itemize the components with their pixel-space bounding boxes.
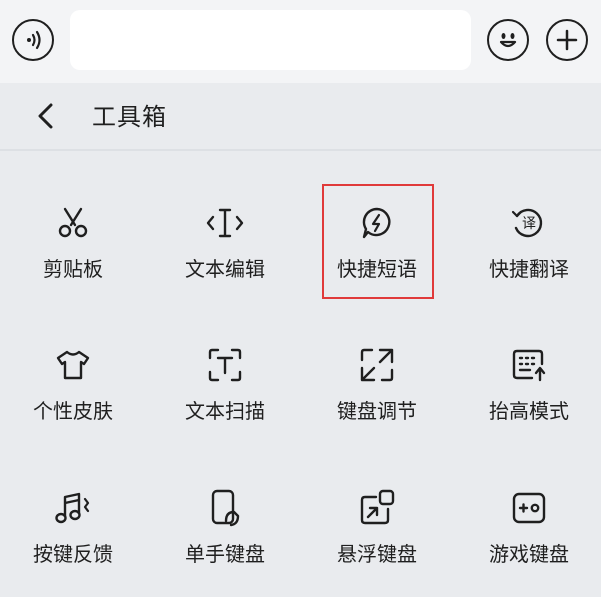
game-keyboard-icon bbox=[509, 488, 549, 528]
tool-label: 文本编辑 bbox=[185, 257, 265, 281]
tool-text-edit[interactable]: 文本编辑 bbox=[150, 203, 300, 313]
voice-input-button[interactable] bbox=[12, 19, 54, 61]
add-button[interactable] bbox=[546, 19, 588, 61]
tool-label: 游戏键盘 bbox=[489, 542, 569, 566]
tool-clipboard[interactable]: 剪贴板 bbox=[0, 203, 148, 313]
svg-text:译: 译 bbox=[522, 216, 536, 232]
back-button[interactable] bbox=[30, 100, 60, 132]
tool-game-keyboard[interactable]: 游戏键盘 bbox=[454, 488, 601, 597]
emoji-button[interactable] bbox=[487, 19, 529, 61]
tshirt-icon bbox=[53, 345, 93, 385]
keyboard-top-bar bbox=[0, 0, 601, 83]
music-feedback-icon bbox=[53, 488, 93, 528]
emoji-smile-icon bbox=[499, 33, 517, 48]
floating-keyboard-icon bbox=[357, 488, 397, 528]
one-hand-phone-icon bbox=[205, 488, 245, 528]
tool-label: 键盘调节 bbox=[337, 399, 417, 423]
tool-floating-keyboard[interactable]: 悬浮键盘 bbox=[302, 488, 452, 597]
highlight-box bbox=[322, 184, 434, 299]
tool-label: 抬高模式 bbox=[489, 399, 569, 423]
tool-label: 悬浮键盘 bbox=[337, 542, 417, 566]
header-divider bbox=[0, 149, 601, 151]
tool-text-scan[interactable]: 文本扫描 bbox=[150, 345, 300, 455]
page-title: 工具箱 bbox=[92, 103, 167, 131]
tool-label: 快捷翻译 bbox=[489, 257, 569, 281]
tool-raise-mode[interactable]: 抬高模式 bbox=[454, 345, 601, 455]
tool-label: 按键反馈 bbox=[33, 542, 113, 566]
toolbox-header: 工具箱 bbox=[0, 83, 601, 149]
translate-icon: 译 bbox=[509, 203, 549, 243]
tool-label: 文本扫描 bbox=[185, 399, 265, 423]
scissors-icon bbox=[53, 203, 93, 243]
tool-skin[interactable]: 个性皮肤 bbox=[0, 345, 148, 455]
tool-keyboard-adjust[interactable]: 键盘调节 bbox=[302, 345, 452, 455]
tool-one-hand-keyboard[interactable]: 单手键盘 bbox=[150, 488, 300, 597]
tool-label: 单手键盘 bbox=[185, 542, 265, 566]
chevron-left-icon bbox=[38, 103, 53, 129]
tool-label: 剪贴板 bbox=[43, 257, 103, 281]
text-cursor-icon bbox=[205, 203, 245, 243]
scan-text-icon bbox=[205, 345, 245, 385]
text-input-field[interactable] bbox=[70, 10, 471, 70]
tool-key-feedback[interactable]: 按键反馈 bbox=[0, 488, 148, 597]
plus-icon bbox=[556, 29, 578, 51]
resize-arrows-icon bbox=[357, 345, 397, 385]
tool-quick-translate[interactable]: 译 快捷翻译 bbox=[454, 203, 601, 313]
tool-label: 个性皮肤 bbox=[33, 399, 113, 423]
keyboard-raise-icon bbox=[509, 345, 549, 385]
voice-wave-icon bbox=[27, 30, 41, 50]
